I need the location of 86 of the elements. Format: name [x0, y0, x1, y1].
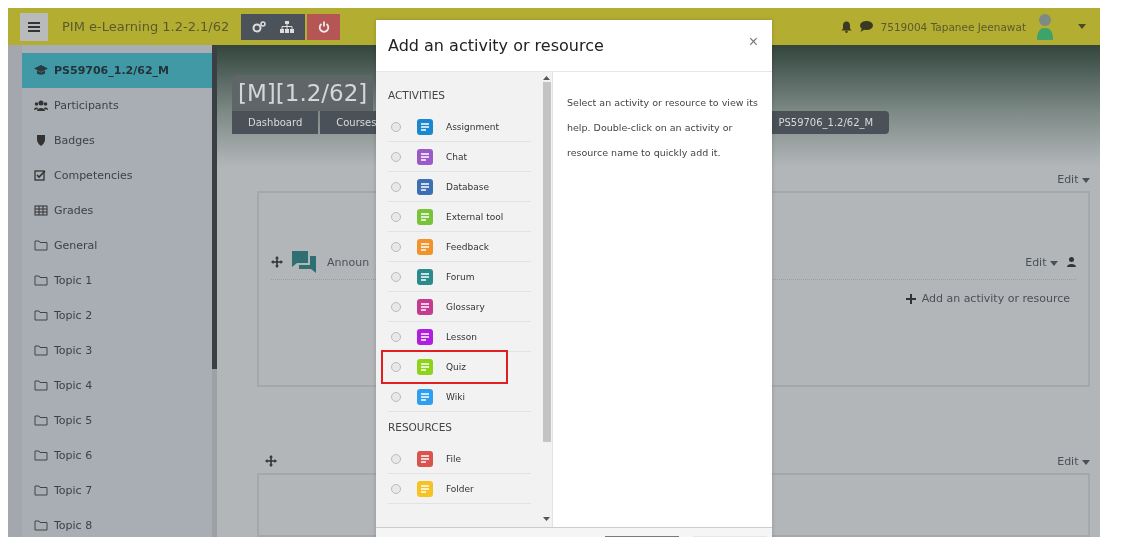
- radio-button[interactable]: [391, 121, 401, 132]
- move-icon[interactable]: [271, 256, 283, 268]
- scrollbar-thumb[interactable]: [542, 82, 551, 442]
- scroll-up-icon[interactable]: [543, 76, 550, 80]
- activity-option[interactable]: Feedback: [388, 232, 531, 262]
- checkbox-icon: [34, 170, 48, 181]
- radio-button[interactable]: [391, 361, 401, 372]
- forum-icon: [292, 251, 316, 273]
- caret-icon[interactable]: [1078, 24, 1086, 29]
- activity-option[interactable]: Forum: [388, 262, 531, 292]
- sidebar-item[interactable]: Topic 3: [22, 333, 212, 368]
- radio-button[interactable]: [391, 391, 401, 402]
- radio-button[interactable]: [391, 241, 401, 252]
- folder-icon: [34, 485, 48, 496]
- activity-option[interactable]: Wiki: [388, 382, 531, 412]
- sidebar-item[interactable]: Participants: [22, 88, 212, 123]
- sidebar-item[interactable]: Grades: [22, 193, 212, 228]
- sitemap-icon[interactable]: [280, 20, 295, 33]
- folder-icon: [34, 310, 48, 321]
- radio-button[interactable]: [391, 181, 401, 192]
- radio-button[interactable]: [391, 301, 401, 312]
- activity-link[interactable]: Announ: [327, 255, 370, 269]
- radio-button[interactable]: [391, 453, 401, 464]
- sidebar-item[interactable]: Topic 2: [22, 298, 212, 333]
- sidebar-item[interactable]: Badges: [22, 123, 212, 158]
- table-icon: [34, 205, 48, 216]
- add-activity-link[interactable]: Add an activity or resource: [905, 292, 1070, 305]
- sidebar-item[interactable]: Topic 6: [22, 438, 212, 473]
- group-heading: ACTIVITIES: [388, 88, 446, 103]
- radio-button[interactable]: [391, 331, 401, 342]
- folder-icon: [34, 415, 48, 426]
- folder-icon: [34, 450, 48, 461]
- sidebar-item[interactable]: Competencies: [22, 158, 212, 193]
- dialog-title: Add an activity or resource: [388, 36, 604, 55]
- highlighted-option[interactable]: Quiz: [383, 352, 506, 382]
- shield-icon: [34, 135, 48, 146]
- radio-button[interactable]: [391, 483, 401, 494]
- breadcrumb-link[interactable]: Dashboard: [232, 111, 319, 134]
- power-icon: [317, 20, 330, 33]
- activity-option[interactable]: Glossary: [388, 292, 531, 322]
- radio-button[interactable]: [391, 151, 401, 162]
- plus-icon: [905, 293, 916, 304]
- sidebar-item[interactable]: General: [22, 228, 212, 263]
- site-name[interactable]: PIM e-Learning 1.2-2.1/62: [62, 19, 230, 34]
- menu-button[interactable]: [20, 12, 48, 41]
- scroll-down-icon[interactable]: [543, 517, 550, 521]
- activity-option[interactable]: Chat: [388, 142, 531, 172]
- activity-option[interactable]: Folder: [388, 474, 531, 504]
- activity-option[interactable]: File: [388, 444, 531, 474]
- menu-icon: [28, 21, 40, 32]
- sidebar-item[interactable]: Topic 4: [22, 368, 212, 403]
- users-icon: [34, 100, 48, 111]
- folder-icon: [34, 520, 48, 531]
- bell-icon[interactable]: [840, 20, 852, 33]
- folder-icon: [34, 380, 48, 391]
- logout-button[interactable]: [307, 13, 341, 40]
- move-icon[interactable]: [265, 455, 277, 467]
- activity-option[interactable]: Assignment: [388, 112, 531, 142]
- sidebar-item[interactable]: PS59706_1.2/62_M: [22, 53, 212, 88]
- activity-option[interactable]: Lesson: [388, 322, 531, 352]
- user-icon[interactable]: [1067, 257, 1076, 267]
- sidebar-item[interactable]: Topic 8: [22, 508, 212, 537]
- caret-icon: [1050, 260, 1058, 266]
- radio-button[interactable]: [391, 211, 401, 222]
- sidebar-item[interactable]: Topic 1: [22, 263, 212, 298]
- close-button[interactable]: ×: [744, 32, 762, 51]
- avatar-icon[interactable]: [1034, 12, 1056, 41]
- folder-icon: [34, 275, 48, 286]
- user-name[interactable]: 7519004 Tapanee Jeenawat: [880, 20, 1026, 33]
- edit-menu-link[interactable]: Edit: [1057, 454, 1090, 468]
- graduation-cap-icon: [34, 65, 48, 76]
- sidebar-item[interactable]: Topic 7: [22, 473, 212, 508]
- settings-icon[interactable]: [252, 20, 267, 33]
- group-heading: RESOURCES: [388, 420, 453, 435]
- activity-option[interactable]: Database: [388, 172, 531, 202]
- edit-menu-link[interactable]: Edit: [1025, 255, 1058, 269]
- folder-icon: [34, 345, 48, 356]
- radio-button[interactable]: [391, 271, 401, 282]
- chat-icon[interactable]: [859, 21, 873, 32]
- caret-icon: [1082, 177, 1090, 183]
- course-title: [M][1.2/62]: [232, 75, 374, 111]
- folder-icon: [34, 240, 48, 251]
- sidebar-item[interactable]: Topic 5: [22, 403, 212, 438]
- caret-icon: [1082, 459, 1090, 465]
- edit-menu-link[interactable]: Edit: [1057, 172, 1090, 186]
- activity-option[interactable]: External tool: [388, 202, 531, 232]
